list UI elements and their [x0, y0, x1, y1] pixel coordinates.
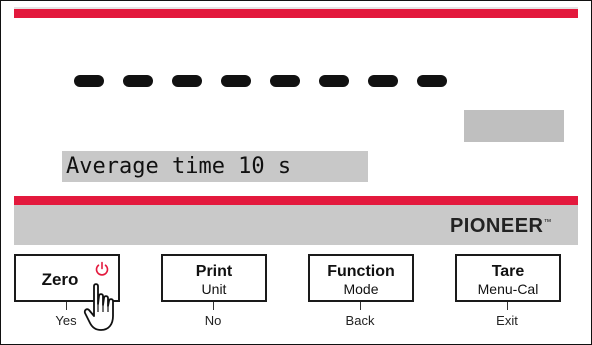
key-stem	[66, 302, 67, 310]
power-icon	[95, 261, 109, 276]
status-message: Average time 10 s	[62, 151, 368, 182]
trademark-symbol: ™	[543, 217, 552, 227]
print-button-label: Print	[195, 263, 233, 280]
unit-indicator-box	[464, 110, 564, 142]
brand-logo: PIONEER™	[450, 215, 552, 238]
unit-sublabel: Unit	[201, 281, 227, 297]
function-button[interactable]: Function Mode	[308, 254, 414, 302]
back-label: Back	[345, 313, 375, 328]
bottom-accent-bar	[14, 196, 578, 205]
tare-button-label: Tare	[491, 263, 525, 280]
key-stem	[360, 302, 361, 310]
key-stem	[213, 302, 214, 310]
readout-dash	[368, 75, 398, 87]
readout-dash	[172, 75, 202, 87]
top-accent-bar	[14, 9, 578, 18]
no-label: No	[204, 313, 222, 328]
readout-dash	[74, 75, 104, 87]
brand-name: PIONEER	[449, 215, 544, 237]
function-button-label: Function	[327, 263, 395, 280]
readout-dash	[319, 75, 349, 87]
mode-sublabel: Mode	[343, 281, 379, 297]
brand-band: PIONEER™	[14, 205, 578, 245]
key-stem	[507, 302, 508, 310]
readout-dash	[417, 75, 447, 87]
menu-cal-sublabel: Menu-Cal	[477, 281, 539, 297]
readout-dash	[270, 75, 300, 87]
print-button[interactable]: Print Unit	[161, 254, 267, 302]
hand-pointer-icon	[83, 283, 114, 331]
weight-readout-dashes	[74, 75, 447, 89]
readout-dash	[123, 75, 153, 87]
exit-label: Exit	[496, 313, 518, 328]
readout-dash	[221, 75, 251, 87]
tare-button[interactable]: Tare Menu-Cal	[455, 254, 561, 302]
